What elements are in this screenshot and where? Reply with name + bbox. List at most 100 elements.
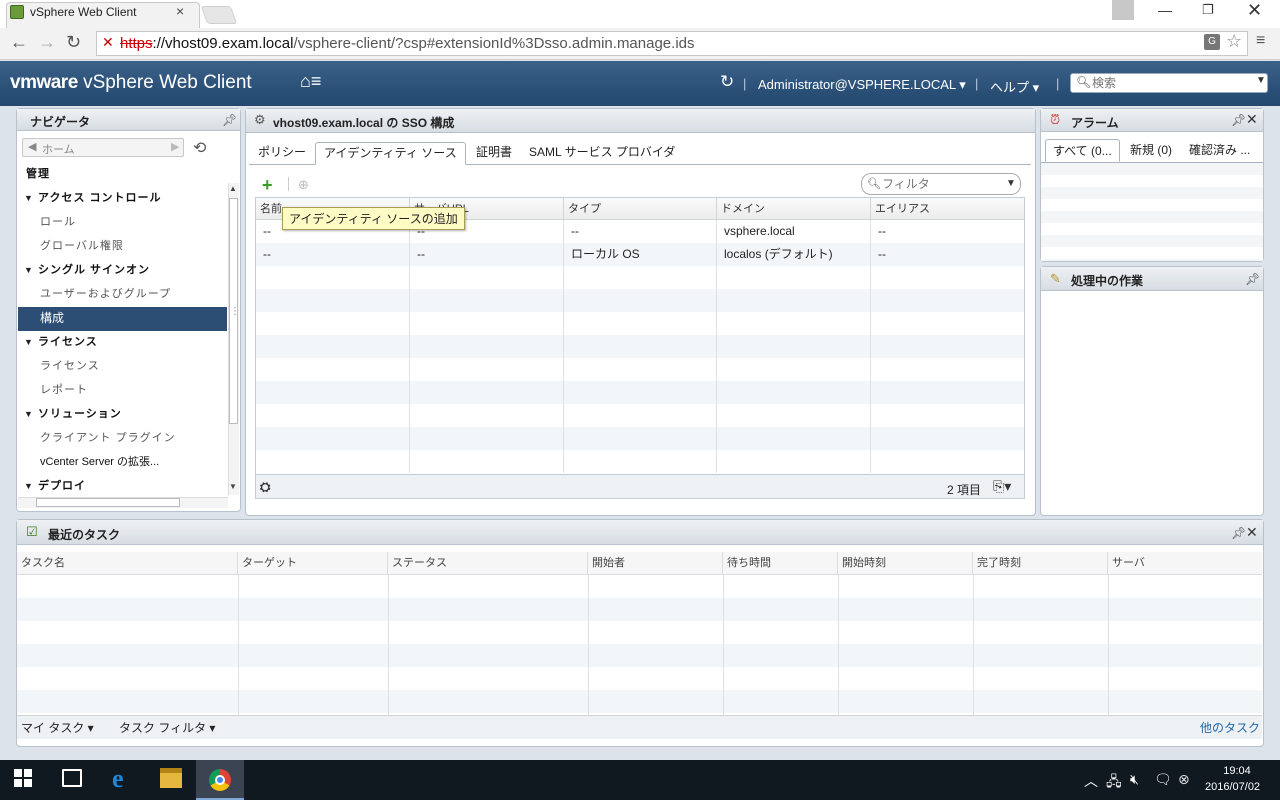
close-tab-icon[interactable]: × bbox=[176, 3, 184, 19]
nav-tree-item[interactable]: ▼ ソリューション bbox=[18, 403, 227, 427]
column-header-alias[interactable]: エイリアス bbox=[871, 198, 1024, 220]
new-tab-button[interactable] bbox=[200, 6, 238, 24]
alarms-title: アラーム bbox=[1071, 116, 1119, 130]
global-search-input[interactable] bbox=[1092, 74, 1252, 92]
column-header-initiator[interactable]: 開始者 bbox=[588, 552, 723, 575]
navigator-home-label[interactable]: ホーム bbox=[42, 141, 75, 157]
export-icon[interactable]: ⎘▾ bbox=[993, 478, 1011, 495]
notification-icon[interactable]: ⊗ bbox=[1178, 771, 1190, 788]
url-text[interactable]: https://vhost09.exam.local/vsphere-clien… bbox=[120, 35, 695, 52]
tab-certificates[interactable]: 証明書 bbox=[468, 142, 520, 165]
nav-tree-item[interactable]: ▼ ライセンス bbox=[18, 331, 227, 355]
pin-icon[interactable]: 📌︎ bbox=[222, 113, 237, 127]
alarm-tab-new[interactable]: 新規 (0) bbox=[1123, 139, 1179, 162]
more-tasks-link[interactable]: 他のタスク bbox=[1200, 719, 1260, 736]
windows-start-icon[interactable] bbox=[14, 769, 32, 787]
close-icon[interactable]: ✕ bbox=[1246, 111, 1258, 128]
filter-input[interactable] bbox=[882, 175, 1000, 193]
action-center-icon[interactable]: 🗨︎ bbox=[1154, 771, 1172, 788]
expand-caret-icon[interactable]: ▼ bbox=[24, 187, 38, 209]
set-default-icon[interactable]: ⊕ bbox=[298, 177, 309, 193]
nav-tree-item[interactable]: 構成 bbox=[18, 307, 227, 331]
tray-expand-icon[interactable]: ︿ bbox=[1084, 771, 1098, 791]
tab-identity-sources[interactable]: アイデンティティ ソース bbox=[315, 142, 466, 165]
expand-caret-icon[interactable]: ▼ bbox=[24, 331, 38, 353]
column-header-type[interactable]: タイプ bbox=[564, 198, 717, 220]
nav-tree-item[interactable]: vCenter Server の拡張... bbox=[18, 451, 227, 475]
minimize-window-icon[interactable]: — bbox=[1158, 2, 1172, 18]
alarm-tab-all[interactable]: すべて (0... bbox=[1045, 139, 1120, 162]
pin-icon[interactable]: 📌︎ bbox=[1231, 526, 1246, 540]
nav-tree-item[interactable]: グローバル権限 bbox=[18, 235, 227, 259]
nav-back-icon[interactable]: ◀ bbox=[28, 140, 36, 153]
task-filter-dropdown[interactable]: タスク フィルタ ▾ bbox=[119, 719, 215, 736]
nav-tree-item[interactable]: ライセンス bbox=[18, 355, 227, 379]
binoculars-icon[interactable]: ⛭ bbox=[260, 479, 270, 495]
alarm-tab-acknowledged[interactable]: 確認済み ... bbox=[1182, 139, 1257, 162]
pin-icon[interactable]: 📌︎ bbox=[1245, 272, 1260, 286]
add-identity-source-tooltip: アイデンティティ ソースの追加 bbox=[282, 207, 465, 230]
pin-icon[interactable]: 📌︎ bbox=[1231, 113, 1246, 127]
splitter-handle-icon[interactable]: ⋮ bbox=[230, 306, 240, 317]
close-icon[interactable]: ✕ bbox=[1246, 524, 1258, 541]
column-header-server[interactable]: サーバ bbox=[1108, 552, 1262, 575]
grid-column-divider bbox=[1108, 575, 1109, 715]
nav-tree-item[interactable]: クライアント プラグイン bbox=[18, 427, 227, 451]
volume-muted-icon[interactable]: 🔇︎ bbox=[1130, 771, 1139, 788]
task-view-icon[interactable] bbox=[62, 769, 82, 787]
help-menu[interactable]: ヘルプ ▾ bbox=[990, 77, 1039, 96]
navigator-hscroll-thumb[interactable] bbox=[36, 498, 180, 507]
tab-policies[interactable]: ポリシー bbox=[250, 142, 314, 165]
back-arrow-icon[interactable]: ← bbox=[10, 32, 28, 53]
maximize-window-icon[interactable]: ❐ bbox=[1202, 2, 1214, 18]
nav-tree-item[interactable]: ユーザーおよびグループ bbox=[18, 283, 227, 307]
clock-date[interactable]: 2016/07/02 bbox=[1205, 781, 1260, 793]
column-header-target[interactable]: ターゲット bbox=[238, 552, 388, 575]
search-dropdown-icon[interactable]: ▼ bbox=[1256, 75, 1266, 86]
nav-forward-icon[interactable]: ▶ bbox=[171, 140, 179, 153]
nav-tree-label: ユーザーおよびグループ bbox=[40, 288, 172, 300]
my-tasks-dropdown[interactable]: マイ タスク ▾ bbox=[21, 719, 94, 736]
expand-caret-icon[interactable]: ▼ bbox=[24, 259, 38, 281]
chrome-menu-icon[interactable]: ≡ bbox=[1256, 32, 1265, 50]
column-header-queued-for[interactable]: 待ち時間 bbox=[723, 552, 838, 575]
nav-tree-label: デプロイ bbox=[38, 480, 86, 492]
column-header-domain[interactable]: ドメイン bbox=[717, 198, 871, 220]
edge-browser-icon[interactable]: e bbox=[112, 764, 124, 794]
file-explorer-icon[interactable] bbox=[160, 768, 182, 788]
column-header-status[interactable]: ステータス bbox=[388, 552, 588, 575]
network-icon[interactable]: 🖧︎ bbox=[1106, 771, 1122, 795]
nav-tree-item[interactable]: ロール bbox=[18, 211, 227, 235]
refresh-icon[interactable]: ↻ bbox=[720, 72, 734, 92]
table-row[interactable]: -- -- ローカル OS localos (デフォルト) -- bbox=[256, 243, 1024, 266]
nav-tree-item[interactable]: ▼ シングル サインオン bbox=[18, 259, 227, 283]
table-cell: -- bbox=[878, 247, 886, 261]
user-menu[interactable]: Administrator@VSPHERE.LOCAL ▾ bbox=[758, 77, 966, 93]
home-menu-icon[interactable]: ⌂≡ bbox=[300, 71, 321, 92]
expand-caret-icon[interactable]: ▼ bbox=[24, 475, 38, 495]
profile-icon[interactable] bbox=[1112, 0, 1134, 20]
insecure-https-icon[interactable]: ✕ bbox=[102, 34, 114, 51]
toolbar-separator bbox=[288, 177, 289, 191]
history-icon[interactable]: ⟲ bbox=[193, 138, 206, 158]
scroll-down-icon[interactable]: ▼ bbox=[229, 482, 237, 491]
expand-caret-icon[interactable]: ▼ bbox=[24, 403, 38, 425]
nav-tree-item[interactable]: ▼ アクセス コントロール bbox=[18, 187, 227, 211]
column-header-completion-time[interactable]: 完了時刻 bbox=[973, 552, 1108, 575]
reload-icon[interactable]: ↻ bbox=[66, 32, 81, 53]
table-cell: -- bbox=[417, 247, 425, 261]
clock-time[interactable]: 19:04 bbox=[1222, 765, 1252, 777]
nav-tree-item[interactable]: レポート bbox=[18, 379, 227, 403]
tab-saml-service-providers[interactable]: SAML サービス プロバイダ bbox=[521, 142, 683, 165]
forward-arrow-icon[interactable]: → bbox=[38, 32, 56, 53]
add-identity-source-icon[interactable]: + bbox=[262, 175, 273, 196]
translate-icon[interactable]: G bbox=[1204, 34, 1220, 50]
nav-tree-item[interactable]: ▼ デプロイ bbox=[18, 475, 227, 495]
filter-dropdown-icon[interactable]: ▼ bbox=[1006, 178, 1016, 189]
column-header-task-name[interactable]: タスク名 bbox=[17, 552, 238, 575]
scroll-up-icon[interactable]: ▲ bbox=[229, 184, 237, 193]
close-window-icon[interactable]: ✕ bbox=[1247, 0, 1262, 21]
column-header-start-time[interactable]: 開始時刻 bbox=[838, 552, 973, 575]
nav-tree-item[interactable]: 管理 bbox=[18, 165, 227, 187]
bookmark-star-icon[interactable]: ☆ bbox=[1226, 31, 1242, 52]
